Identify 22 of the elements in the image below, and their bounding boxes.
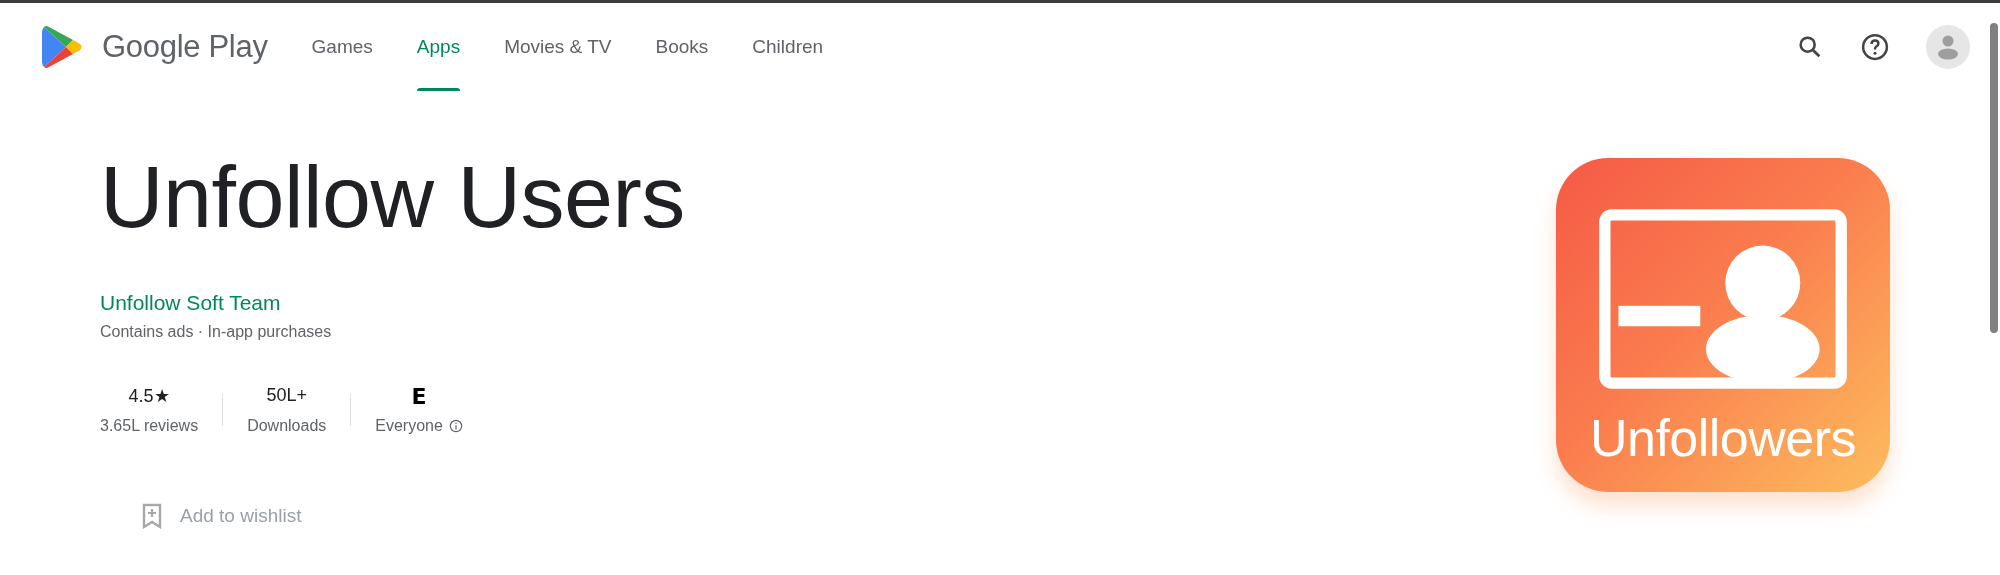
stat-label: Everyone [375,417,443,435]
nav-tab[interactable]: Children [730,3,846,91]
brand-name: Google Play [102,29,268,65]
bookmark-add-icon [142,503,162,529]
stat-label: Downloads [247,417,327,435]
developer-link[interactable]: Unfollow Soft Team [100,291,281,315]
scrollbar[interactable] [1990,23,1998,333]
stat-value: 4.5★ [128,385,170,408]
help-icon[interactable] [1860,32,1890,62]
app-title: Unfollow Users [100,153,686,241]
info-icon[interactable] [448,419,463,433]
stat-value: 50L+ [266,385,307,407]
nav-tab[interactable]: Books [633,3,731,91]
nav-tab[interactable]: Apps [394,3,483,91]
app-notes: Contains ads · In-app purchases [100,323,333,341]
play-logo-icon[interactable] [42,25,82,69]
nav-tab[interactable]: Movies & TV [482,3,634,91]
avatar-icon[interactable] [1926,25,1970,69]
nav-tab[interactable]: Games [289,3,395,91]
app-icon: Unfollowers [1556,158,1890,492]
rating-badge-icon: E [411,385,427,409]
stat-label: 3.65L reviews [100,417,199,435]
